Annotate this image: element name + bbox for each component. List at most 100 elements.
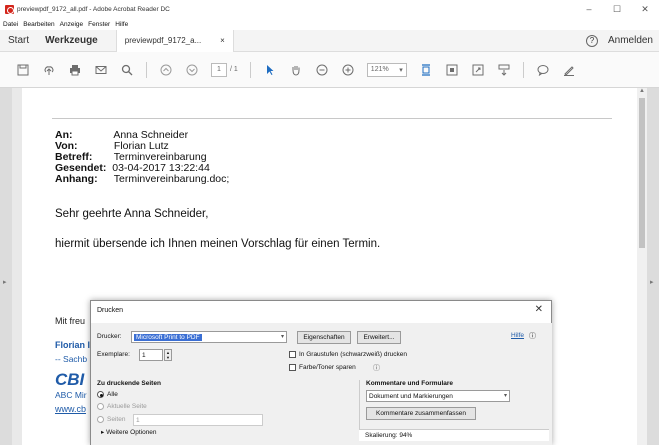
- hand-tool-icon[interactable]: [289, 63, 303, 77]
- pages-current-label: Aktuelle Seite: [107, 403, 147, 410]
- summarize-comments-button[interactable]: Kommentare zusammenfassen: [366, 407, 476, 420]
- fullscreen-icon[interactable]: [471, 63, 485, 77]
- scroll-mode-icon[interactable]: [497, 63, 511, 77]
- company-name-partial: ABC Mir: [55, 390, 87, 400]
- toolbar-separator: [249, 61, 251, 78]
- upload-cloud-icon[interactable]: [42, 63, 56, 77]
- more-options-label: Weitere Optionen: [106, 429, 157, 436]
- tab-bar: Start Werkzeuge previewpdf_9172_a... × ?…: [0, 29, 659, 52]
- fit-page-icon[interactable]: [419, 63, 433, 77]
- print-dialog-body: Drucker: Microsoft Print to PDF ▾ Eigens…: [91, 323, 552, 445]
- company-logo-partial: CBI: [55, 370, 85, 389]
- tab-close-icon[interactable]: ×: [220, 36, 225, 45]
- email-greeting: Sehr geehrte Anna Schneider,: [55, 208, 209, 220]
- printer-selected-value: Microsoft Print to PDF: [134, 333, 202, 341]
- email-attachment-value: Terminvereinbarung.doc;: [113, 173, 230, 185]
- minimize-button[interactable]: –: [575, 4, 603, 14]
- comments-section-title: Kommentare und Formulare: [366, 380, 454, 387]
- zoom-select[interactable]: 121% ▾: [366, 62, 407, 77]
- pages-current-radio[interactable]: [97, 403, 104, 410]
- printer-label: Drucker:: [97, 333, 122, 340]
- properties-button[interactable]: Eigenschaften: [297, 331, 351, 344]
- zoom-out-icon[interactable]: [315, 63, 329, 77]
- fit-width-icon[interactable]: [445, 63, 459, 77]
- pen-icon[interactable]: [562, 63, 576, 77]
- menu-file[interactable]: Datei: [3, 21, 18, 28]
- email-icon[interactable]: [94, 63, 108, 77]
- zoom-value: 121%: [370, 66, 389, 73]
- vertical-scrollbar[interactable]: ▲: [637, 88, 647, 445]
- sender-title-partial: -- Sachb: [55, 354, 88, 364]
- page-number-input[interactable]: 1: [211, 62, 227, 77]
- copies-label: Exemplare:: [97, 351, 130, 358]
- print-dialog-close-button[interactable]: ✕: [535, 304, 543, 315]
- acrobat-reader-window: previewpdf_9172_all.pdf - Adobe Acrobat …: [0, 0, 659, 445]
- select-cursor-icon[interactable]: [263, 63, 277, 77]
- pages-all-radio[interactable]: [97, 391, 104, 398]
- scale-info: Skalierung: 94%: [359, 429, 549, 441]
- acrobat-icon: [5, 4, 14, 14]
- help-icon[interactable]: ?: [585, 34, 598, 47]
- copies-stepper[interactable]: ▲ ▼: [164, 349, 172, 361]
- scroll-up-arrow-icon[interactable]: ▲: [639, 88, 645, 94]
- menu-window[interactable]: Fenster: [88, 21, 110, 28]
- zoom-in-icon[interactable]: [341, 63, 355, 77]
- pages-range-input[interactable]: 1: [133, 414, 263, 426]
- email-body: hiermit übersende ich Ihnen meinen Vorsc…: [55, 238, 381, 250]
- menu-edit[interactable]: Bearbeiten: [23, 21, 54, 28]
- save-icon[interactable]: [16, 63, 30, 77]
- menu-help[interactable]: Hilfe: [115, 21, 128, 28]
- header-divider: [52, 118, 612, 119]
- tab-start[interactable]: Start: [0, 35, 37, 46]
- page-count: / 1: [230, 66, 238, 73]
- more-options-toggle[interactable]: ▸ Weitere Optionen: [101, 428, 157, 436]
- grayscale-label: In Graustufen (schwarzweiß) drucken: [299, 351, 408, 358]
- window-title: previewpdf_9172_all.pdf - Adobe Acrobat …: [17, 5, 170, 13]
- toolbar-separator: [522, 61, 524, 78]
- toner-info-icon[interactable]: ⓘ: [373, 363, 380, 373]
- pages-section: Zu druckende Seiten Alle Aktuelle Seite …: [97, 380, 357, 436]
- scrollbar-thumb[interactable]: [639, 98, 645, 248]
- close-window-button[interactable]: ✕: [631, 4, 659, 15]
- email-attachment-row: Anhang: Terminvereinbarung.doc;: [55, 173, 229, 185]
- left-pane-toggle[interactable]: ▸: [0, 88, 12, 445]
- print-dialog: Drucken ✕ Drucker: Microsoft Print to PD…: [90, 300, 552, 445]
- comments-section: Kommentare und Formulare Dokument und Ma…: [359, 380, 549, 430]
- previous-page-icon[interactable]: [159, 63, 173, 77]
- help-link[interactable]: Hilfe: [511, 332, 524, 339]
- chevron-down-icon: ▾: [399, 66, 403, 74]
- tab-document[interactable]: previewpdf_9172_a... ×: [115, 29, 234, 52]
- help-info-icon[interactable]: ⓘ: [529, 331, 536, 341]
- scale-text: Skalierung: 94%: [365, 432, 413, 439]
- signin-button[interactable]: Anmelden: [608, 35, 653, 46]
- pages-range-radio[interactable]: [97, 416, 104, 423]
- save-toner-checkbox[interactable]: [289, 364, 296, 371]
- menu-view[interactable]: Anzeige: [60, 21, 84, 28]
- company-website-partial[interactable]: www.cb: [55, 404, 86, 414]
- comment-icon[interactable]: [536, 63, 550, 77]
- chevron-right-icon: ▸: [650, 279, 654, 286]
- sender-name-partial: Florian l: [55, 340, 91, 350]
- toolbar-separator: [146, 61, 147, 78]
- comments-selected-value: Dokument und Markierungen: [369, 392, 453, 400]
- grayscale-checkbox[interactable]: [289, 351, 296, 358]
- pages-range-label: Seiten: [107, 416, 126, 423]
- copies-input[interactable]: 1: [139, 349, 163, 361]
- right-pane-toggle[interactable]: ▸: [647, 88, 659, 445]
- maximize-button[interactable]: ☐: [603, 4, 631, 15]
- pages-all-label: Alle: [107, 391, 118, 398]
- stepper-down-icon[interactable]: ▼: [166, 355, 170, 360]
- printer-select[interactable]: Microsoft Print to PDF ▾: [131, 331, 287, 343]
- chevron-down-icon: ▾: [503, 393, 507, 399]
- comments-select[interactable]: Dokument und Markierungen ▾: [366, 390, 510, 402]
- search-icon[interactable]: [120, 63, 134, 77]
- email-closing-partial: Mit freu: [55, 316, 86, 326]
- tab-tools[interactable]: Werkzeuge: [37, 35, 106, 46]
- save-toner-label: Farbe/Toner sparen: [299, 364, 356, 371]
- print-icon[interactable]: [68, 63, 82, 77]
- toolbar: 1 / 1 121% ▾: [0, 52, 659, 88]
- print-dialog-title: Drucken: [97, 307, 124, 314]
- next-page-icon[interactable]: [185, 63, 199, 77]
- advanced-button[interactable]: Erweitert...: [357, 331, 401, 344]
- title-bar: previewpdf_9172_all.pdf - Adobe Acrobat …: [0, 0, 659, 18]
